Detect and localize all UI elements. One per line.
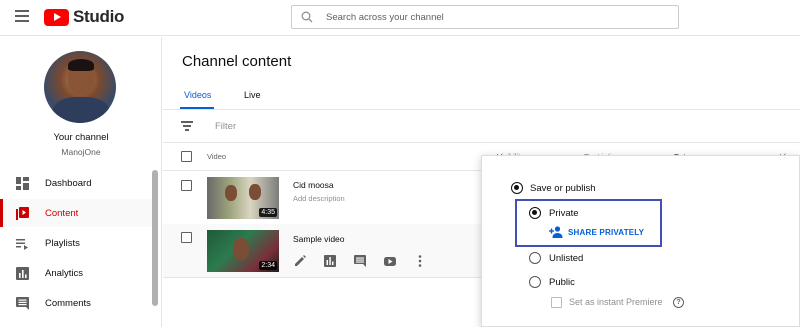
dashboard-icon: [16, 177, 29, 190]
share-privately-button[interactable]: SHARE PRIVATELY: [549, 225, 644, 239]
sidebar-item-label: Playlists: [45, 237, 80, 249]
instant-premiere-label: Set as instant Premiere: [569, 297, 663, 307]
sidebar-item-label: Content: [45, 207, 79, 219]
private-radio[interactable]: [529, 207, 541, 219]
unlisted-label: Unlisted: [549, 253, 584, 264]
video-description[interactable]: Add description: [293, 194, 345, 203]
save-or-publish-label: Save or publish: [530, 183, 596, 194]
sidebar-item-label: Analytics: [45, 267, 84, 279]
search-icon[interactable]: [292, 6, 322, 28]
search-bar[interactable]: [291, 5, 679, 29]
tab-videos[interactable]: Videos: [184, 90, 211, 100]
private-label: Private: [549, 208, 579, 219]
video-duration: 2:34: [259, 261, 277, 270]
instant-premiere-checkbox[interactable]: [551, 297, 562, 308]
studio-logo[interactable]: Studio: [44, 7, 125, 26]
video-thumbnail[interactable]: 4:35: [207, 177, 279, 219]
sidebar-item-label: Dashboard: [45, 177, 92, 189]
comments-icon: [16, 297, 29, 310]
channel-name: ManojOne: [61, 147, 101, 157]
content-icon: [16, 207, 29, 220]
page-title: Channel content: [182, 53, 292, 70]
row-checkbox[interactable]: [181, 232, 192, 243]
sidebar-item-content[interactable]: Content: [0, 199, 152, 227]
row-checkbox[interactable]: [181, 180, 192, 191]
visibility-dropdown[interactable]: Save or publish Private SHARE PRIVATELY …: [481, 155, 800, 327]
divider: [163, 109, 800, 110]
filter-input[interactable]: Filter: [215, 121, 236, 132]
menu-icon[interactable]: [15, 10, 29, 22]
sidebar-item-comments[interactable]: Comments: [0, 289, 152, 317]
your-channel-label: Your channel: [53, 132, 109, 143]
video-thumbnail[interactable]: 2:34: [207, 230, 279, 272]
help-icon[interactable]: ?: [673, 297, 684, 308]
video-title[interactable]: Cid moosa: [293, 180, 334, 190]
sidebar: Your channel ManojOne Dashboard Content …: [0, 37, 162, 327]
unlisted-radio[interactable]: [529, 252, 541, 264]
avatar-shirt: [52, 97, 110, 123]
sidebar-scrollbar[interactable]: [152, 170, 158, 306]
share-privately-label: SHARE PRIVATELY: [568, 227, 645, 237]
public-radio[interactable]: [529, 276, 541, 288]
thumbnail-person: [249, 184, 261, 200]
tab-live[interactable]: Live: [244, 90, 261, 100]
channel-avatar[interactable]: [44, 51, 116, 123]
thumbnail-person: [233, 238, 249, 260]
sidebar-item-playlists[interactable]: Playlists: [0, 229, 152, 257]
youtube-logo-icon: [44, 8, 69, 26]
playlists-icon: [16, 239, 28, 250]
logo-text: Studio: [73, 7, 125, 26]
comments-icon[interactable]: [353, 254, 367, 268]
more-options-icon[interactable]: [413, 254, 427, 268]
thumbnail-person: [225, 185, 237, 201]
edit-icon[interactable]: [293, 254, 307, 268]
video-title[interactable]: Sample video: [293, 234, 345, 244]
public-label: Public: [549, 277, 575, 288]
add-person-icon: [549, 226, 563, 238]
divider: [163, 142, 800, 143]
private-option-highlight: [515, 199, 662, 247]
search-input[interactable]: [326, 11, 656, 23]
analytics-icon[interactable]: [323, 254, 337, 268]
column-header-video: Video: [207, 152, 227, 161]
sidebar-item-analytics[interactable]: Analytics: [0, 259, 152, 287]
analytics-icon: [16, 267, 29, 280]
sidebar-item-dashboard[interactable]: Dashboard: [0, 169, 152, 197]
top-bar: Studio: [0, 0, 800, 36]
youtube-icon[interactable]: [383, 254, 397, 268]
sidebar-item-label: Comments: [45, 297, 91, 309]
avatar-hair: [68, 59, 94, 71]
select-all-checkbox[interactable]: [181, 151, 192, 162]
video-duration: 4:35: [259, 208, 277, 217]
filter-icon[interactable]: [181, 121, 193, 131]
save-or-publish-radio[interactable]: [511, 182, 523, 194]
